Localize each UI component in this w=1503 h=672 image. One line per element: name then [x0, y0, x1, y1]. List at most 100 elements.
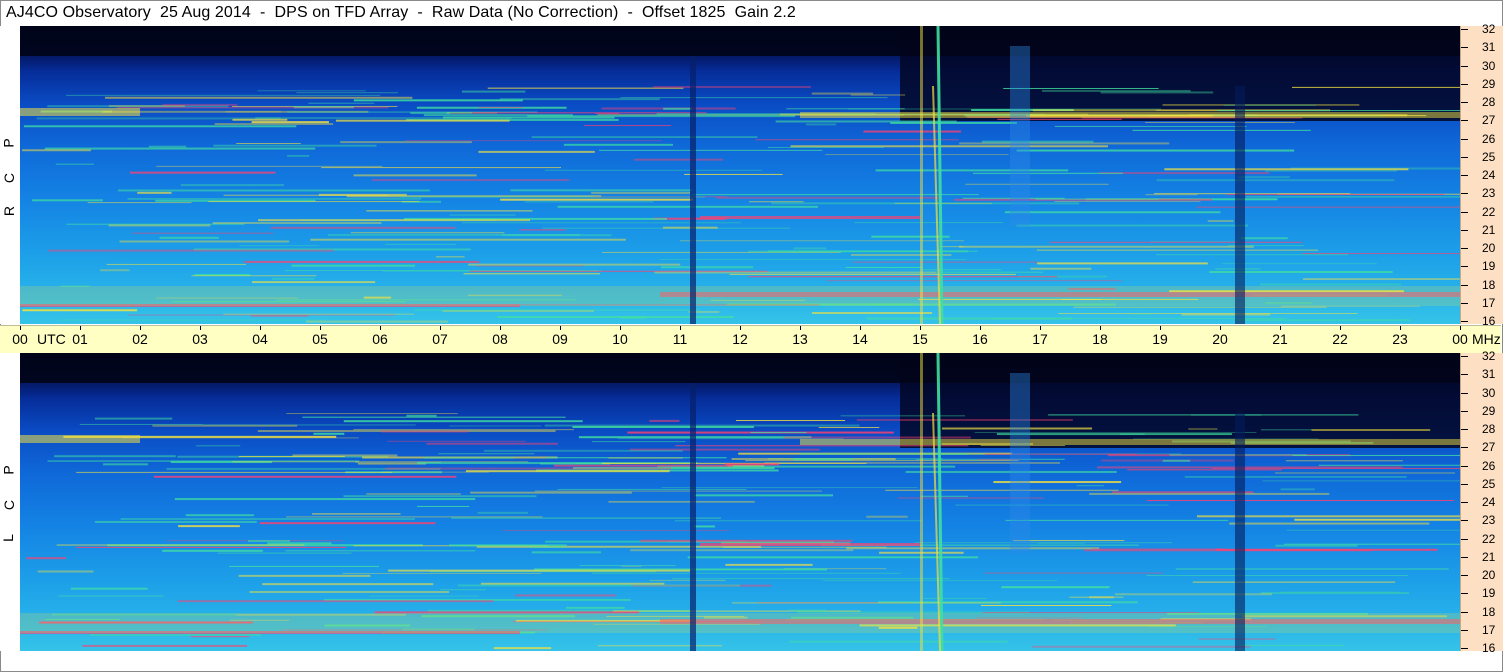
- lcp-freq-label: 27: [1482, 440, 1496, 454]
- lcp-freq-tick: [1461, 374, 1468, 375]
- rcp-freq-tick: [1461, 66, 1468, 67]
- time-label: 06: [372, 331, 388, 347]
- lcp-freq-label: 25: [1482, 477, 1496, 491]
- time-label: 12: [732, 331, 748, 347]
- time-label: 03: [192, 331, 208, 347]
- lcp-freq-tick: [1461, 612, 1468, 613]
- rcp-freq-label: 19: [1482, 259, 1496, 273]
- time-tick: [320, 326, 321, 330]
- lcp-freq-tick: [1461, 575, 1468, 576]
- time-tick: [860, 326, 861, 330]
- time-label: 11: [672, 331, 688, 347]
- rcp-frequency-axis: 32 31 30 29 28 27 26 25 24 23 22 21 20 19 18 17 16: [1460, 22, 1503, 327]
- time-tick: [620, 326, 621, 330]
- lcp-freq-label: 17: [1482, 623, 1496, 637]
- rcp-letter-p: P: [0, 138, 17, 148]
- lcp-freq-tick: [1461, 393, 1468, 394]
- lcp-freq-label: 18: [1482, 605, 1496, 619]
- lcp-freq-label: 30: [1482, 386, 1496, 400]
- rcp-freq-label: 25: [1482, 150, 1496, 164]
- lcp-freq-label: 24: [1482, 495, 1496, 509]
- rcp-freq-tick: [1461, 120, 1468, 121]
- lcp-freq-tick: [1461, 557, 1468, 558]
- time-label: 13: [792, 331, 808, 347]
- rcp-freq-tick: [1461, 303, 1468, 304]
- lcp-freq-label: 23: [1482, 513, 1496, 527]
- lcp-freq-label: 29: [1482, 404, 1496, 418]
- time-tick: [440, 326, 441, 330]
- rcp-letter-r: R: [1, 205, 18, 217]
- lcp-freq-label: 22: [1482, 532, 1496, 546]
- observation-title: AJ4CO Observatory 25 Aug 2014 - DPS on T…: [6, 4, 796, 21]
- lcp-freq-label: 20: [1482, 568, 1496, 582]
- lcp-freq-tick: [1461, 648, 1468, 649]
- rcp-freq-label: 30: [1482, 59, 1496, 73]
- time-tick: [680, 326, 681, 330]
- time-label: 08: [492, 331, 508, 347]
- lcp-spectrogram: [20, 353, 1460, 651]
- lcp-freq-label: 31: [1482, 367, 1496, 381]
- time-label: 23: [1392, 331, 1408, 347]
- lcp-freq-label: 21: [1482, 550, 1496, 564]
- lcp-freq-tick: [1461, 484, 1468, 485]
- time-axis: UTC MHz 00 01 02 03 04 05 06 07 08 09 10 11 12 13 14 15…: [0, 325, 1501, 354]
- time-tick: [800, 326, 801, 330]
- lcp-letter-c: C: [1, 499, 18, 511]
- rcp-freq-tick: [1461, 248, 1468, 249]
- rcp-freq-tick: [1461, 193, 1468, 194]
- time-label: 17: [1032, 331, 1048, 347]
- time-tick: [980, 326, 981, 330]
- time-tick: [1220, 326, 1221, 330]
- lcp-freq-tick: [1461, 411, 1468, 412]
- time-label: 18: [1092, 331, 1108, 347]
- time-tick: [1160, 326, 1161, 330]
- rcp-freq-tick: [1461, 285, 1468, 286]
- rcp-freq-label: 29: [1482, 77, 1496, 91]
- rcp-freq-label: 23: [1482, 186, 1496, 200]
- time-label: 14: [852, 331, 868, 347]
- time-tick: [380, 326, 381, 330]
- rcp-freq-tick: [1461, 102, 1468, 103]
- lcp-freq-label: 26: [1482, 459, 1496, 473]
- rcp-freq-tick: [1461, 47, 1468, 48]
- lcp-freq-tick: [1461, 593, 1468, 594]
- rcp-freq-label: 20: [1482, 241, 1496, 255]
- rcp-freq-label: 17: [1482, 296, 1496, 310]
- rcp-freq-label: 32: [1482, 22, 1496, 36]
- rcp-freq-tick: [1461, 157, 1468, 158]
- rcp-freq-label: 18: [1482, 278, 1496, 292]
- time-label: 01: [72, 331, 88, 347]
- rcp-freq-label: 24: [1482, 168, 1496, 182]
- rcp-freq-tick: [1461, 29, 1468, 30]
- rcp-freq-label: 22: [1482, 205, 1496, 219]
- rcp-freq-label: 28: [1482, 95, 1496, 109]
- time-tick: [260, 326, 261, 330]
- lcp-freq-tick: [1461, 630, 1468, 631]
- rcp-freq-tick: [1461, 212, 1468, 213]
- time-tick: [1100, 326, 1101, 330]
- time-label: 20: [1212, 331, 1228, 347]
- mhz-unit-label: MHz: [1472, 331, 1501, 347]
- rcp-freq-label: 26: [1482, 132, 1496, 146]
- utc-unit-label: UTC: [37, 331, 66, 347]
- time-tick: [920, 326, 921, 330]
- rcp-freq-tick: [1461, 230, 1468, 231]
- rcp-freq-label: 21: [1482, 223, 1496, 237]
- rcp-freq-label: 31: [1482, 40, 1496, 54]
- rcp-freq-tick: [1461, 321, 1468, 322]
- time-label: 05: [312, 331, 328, 347]
- time-label: 07: [432, 331, 448, 347]
- lcp-freq-tick: [1461, 539, 1468, 540]
- lcp-letter-l: L: [0, 534, 16, 542]
- time-label: 22: [1332, 331, 1348, 347]
- time-tick: [1280, 326, 1281, 330]
- time-tick: [80, 326, 81, 330]
- lcp-freq-tick: [1461, 520, 1468, 521]
- time-tick: [1340, 326, 1341, 330]
- lcp-frequency-axis: 32 31 30 29 28 27 26 25 24 23 22 21 20 19 18 17 16: [1460, 350, 1503, 654]
- time-tick: [740, 326, 741, 330]
- time-tick: [200, 326, 201, 330]
- time-tick: [500, 326, 501, 330]
- lcp-freq-label: 19: [1482, 586, 1496, 600]
- lcp-freq-tick: [1461, 429, 1468, 430]
